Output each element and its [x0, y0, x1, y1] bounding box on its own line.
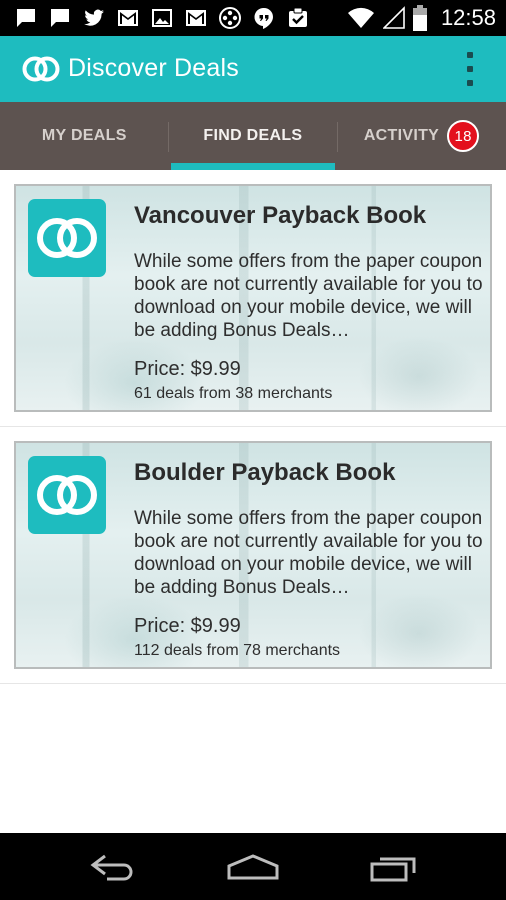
movie-reel-icon: [219, 7, 241, 29]
tab-divider: [168, 122, 169, 152]
app-bar: Discover Deals: [0, 36, 506, 102]
tab-my-deals[interactable]: MY DEALS: [0, 102, 169, 170]
gmail-icon: [186, 10, 206, 26]
recent-apps-icon: [370, 857, 416, 882]
image-icon: [152, 9, 172, 27]
tab-label: FIND DEALS: [203, 127, 303, 144]
notification-icons: [14, 6, 310, 30]
home-icon: [227, 854, 279, 880]
overflow-dot: [467, 66, 473, 72]
battery-icon: [412, 5, 427, 31]
tab-find-deals[interactable]: FIND DEALS: [169, 102, 338, 170]
deal-description: While some offers from the paper coupon …: [134, 508, 483, 598]
tab-divider: [337, 122, 338, 152]
activity-badge: 18: [447, 120, 480, 152]
app-logo-icon: [22, 56, 60, 82]
rings-logo-icon: [37, 475, 97, 515]
list-item: Vancouver Payback Book While some offers…: [0, 170, 506, 427]
chat-icon: [51, 9, 69, 27]
back-icon: [90, 854, 133, 881]
gmail-icon: [118, 10, 138, 26]
deal-card-vancouver[interactable]: Vancouver Payback Book While some offers…: [14, 184, 492, 412]
overflow-menu-icon[interactable]: [464, 52, 476, 86]
chat-icon: [17, 9, 35, 27]
deal-card-boulder[interactable]: Boulder Payback Book While some offers f…: [14, 441, 492, 669]
rings-logo-icon: [37, 218, 97, 258]
deal-logo: [28, 199, 106, 277]
deal-price: Price: $9.99: [134, 358, 241, 380]
overflow-dot: [467, 52, 473, 58]
deal-description: While some offers from the paper coupon …: [134, 251, 483, 341]
twitter-icon: [84, 9, 104, 26]
app-title: Discover Deals: [68, 54, 239, 82]
status-clock: 12:58: [440, 5, 496, 30]
list-item: Boulder Payback Book While some offers f…: [0, 427, 506, 684]
tab-label: MY DEALS: [41, 127, 127, 144]
deal-logo: [28, 456, 106, 534]
task-check-icon: [289, 7, 307, 27]
status-bar: 12:58: [0, 0, 506, 36]
back-button[interactable]: [82, 847, 142, 887]
deal-merchant-count: 112 deals from 78 merchants: [134, 642, 341, 659]
tab-activity[interactable]: ACTIVITY 18: [337, 102, 506, 170]
deal-list: Vancouver Payback Book While some offers…: [0, 170, 506, 684]
cellular-signal-icon: [382, 6, 405, 29]
deal-merchant-count: 61 deals from 38 merchants: [134, 385, 333, 402]
recent-apps-button[interactable]: [364, 847, 424, 887]
overflow-dot: [467, 80, 473, 86]
hangouts-icon: [254, 7, 273, 29]
system-icons: 12:58: [347, 0, 496, 36]
tab-label: ACTIVITY: [363, 127, 440, 144]
deal-title: Vancouver Payback Book: [134, 202, 427, 229]
deal-price: Price: $9.99: [134, 615, 241, 637]
tab-bar: MY DEALS FIND DEALS ACTIVITY 18: [0, 102, 506, 170]
deal-title: Boulder Payback Book: [134, 459, 396, 486]
home-button[interactable]: [223, 847, 283, 887]
navigation-bar: [0, 833, 506, 900]
wifi-icon: [347, 7, 374, 29]
